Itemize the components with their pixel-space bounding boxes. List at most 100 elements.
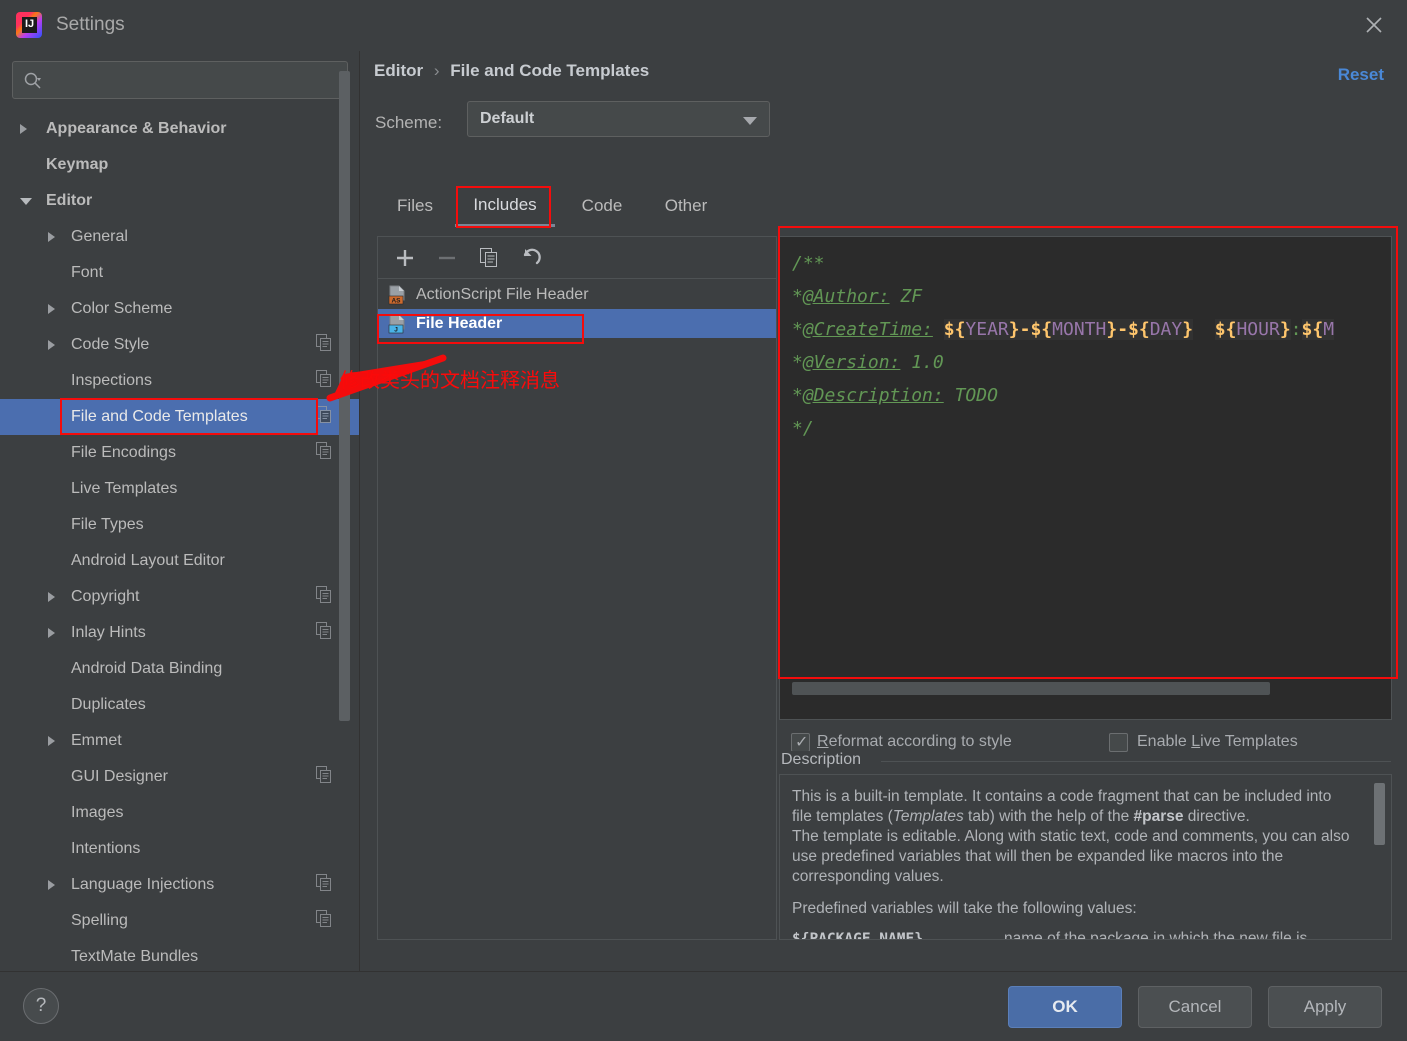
code-token: ${ — [1214, 319, 1237, 340]
tab-code[interactable]: Code — [563, 185, 641, 227]
sidebar-item-label: Android Layout Editor — [71, 552, 225, 569]
chevron-down-icon[interactable] — [20, 198, 32, 205]
apply-button[interactable]: Apply — [1268, 986, 1382, 1028]
sidebar-item-live-templates[interactable]: Live Templates — [0, 471, 359, 507]
sidebar-item-android-layout-editor[interactable]: Android Layout Editor — [0, 543, 359, 579]
list-item[interactable]: AS ActionScript File Header — [378, 280, 776, 309]
sidebar-item-file-types[interactable]: File Types — [0, 507, 359, 543]
breadcrumb-parent[interactable]: Editor — [374, 61, 423, 80]
sidebar-item-file-encodings[interactable]: File Encodings — [0, 435, 359, 471]
code-token: } — [1106, 319, 1118, 340]
sidebar-item-inlay-hints[interactable]: Inlay Hints — [0, 615, 359, 651]
copy-settings-icon[interactable] — [316, 874, 332, 896]
description-text: This is a built-in template. It contains… — [792, 787, 1352, 939]
chevron-right-icon[interactable] — [48, 736, 55, 746]
code-token: DAY — [1149, 319, 1183, 340]
copy-settings-icon[interactable] — [316, 370, 332, 392]
template-code[interactable]: /** *@Author: ZF *@CreateTime: ${YEAR}-${M… — [792, 247, 1392, 445]
chevron-right-icon[interactable] — [48, 592, 55, 602]
intellij-logo-icon: IJ — [16, 12, 42, 38]
reset-button[interactable] — [516, 243, 546, 273]
sidebar-item-emmet[interactable]: Emmet — [0, 723, 359, 759]
cancel-button[interactable]: Cancel — [1138, 986, 1252, 1028]
tab-other[interactable]: Other — [645, 185, 727, 227]
copy-settings-icon[interactable] — [316, 586, 332, 608]
sidebar-item-copyright[interactable]: Copyright — [0, 579, 359, 615]
sidebar-item-appearance-behavior[interactable]: Appearance & Behavior — [0, 111, 359, 147]
chevron-right-icon[interactable] — [48, 232, 55, 242]
sidebar-item-inspections[interactable]: Inspections — [0, 363, 359, 399]
sidebar-item-spelling[interactable]: Spelling — [0, 903, 359, 939]
ok-button[interactable]: OK — [1008, 986, 1122, 1028]
sidebar-item-code-style[interactable]: Code Style — [0, 327, 359, 363]
editor-horizontal-scrollbar[interactable] — [792, 682, 1270, 695]
sidebar-item-color-scheme[interactable]: Color Scheme — [0, 291, 359, 327]
sidebar-item-editor[interactable]: Editor — [0, 183, 359, 219]
code-token: 1.0 — [900, 352, 944, 373]
code-token: } — [1182, 319, 1194, 340]
sidebar-item-gui-designer[interactable]: GUI Designer — [0, 759, 359, 795]
copy-settings-icon[interactable] — [316, 334, 332, 356]
sidebar-item-general[interactable]: General — [0, 219, 359, 255]
java-file-icon: J — [388, 314, 407, 334]
sidebar-item-duplicates[interactable]: Duplicates — [0, 687, 359, 723]
sidebar-item-label: Android Data Binding — [71, 660, 223, 677]
checkbox[interactable]: ✓ — [791, 733, 810, 752]
copy-settings-icon[interactable] — [316, 622, 332, 644]
template-editor[interactable]: /** *@Author: ZF *@CreateTime: ${YEAR}-${M… — [779, 236, 1392, 720]
as-file-icon: AS — [388, 285, 407, 305]
tab-includes[interactable]: Includes — [455, 185, 555, 227]
list-item[interactable]: J File Header — [378, 309, 776, 338]
search-input[interactable] — [55, 62, 345, 98]
copy-settings-icon[interactable] — [316, 766, 332, 788]
list-item-label: File Header — [416, 314, 503, 332]
sidebar-item-file-and-code-templates[interactable]: File and Code Templates — [0, 399, 359, 435]
sidebar-item-language-injections[interactable]: Language Injections — [0, 867, 359, 903]
sidebar-item-label: File and Code Templates — [71, 408, 248, 425]
scheme-dropdown[interactable]: Default — [467, 101, 770, 137]
settings-dialog: IJ Settings Appearance & Behavior Keymap E… — [0, 0, 1407, 1041]
sidebar-item-keymap[interactable]: Keymap — [0, 147, 359, 183]
copy-button[interactable] — [474, 243, 504, 273]
sidebar-item-font[interactable]: Font — [0, 255, 359, 291]
breadcrumb: Editor › File and Code Templates — [374, 61, 649, 81]
chevron-right-icon[interactable] — [48, 628, 55, 638]
tab-files[interactable]: Files — [375, 185, 455, 227]
sidebar-item-android-data-binding[interactable]: Android Data Binding — [0, 651, 359, 687]
sidebar-item-label: Images — [71, 804, 124, 821]
code-token: @Version: — [802, 352, 901, 373]
description-divider — [881, 761, 1391, 762]
chevron-right-icon[interactable] — [48, 880, 55, 890]
close-icon[interactable] — [1355, 6, 1393, 44]
sidebar-item-intentions[interactable]: Intentions — [0, 831, 359, 867]
sidebar-item-label: Font — [71, 264, 104, 281]
add-button[interactable] — [390, 243, 420, 273]
checkbox-label[interactable]: Reformat according to style — [817, 733, 1012, 751]
code-token: @Author: — [802, 286, 890, 307]
title-bar: IJ Settings — [0, 0, 1407, 51]
code-token: ${ — [1301, 319, 1324, 340]
chevron-right-icon[interactable] — [48, 304, 55, 314]
code-token: * — [792, 385, 803, 406]
chevron-right-icon[interactable] — [48, 340, 55, 350]
search-box[interactable] — [12, 61, 348, 99]
checkbox-label[interactable]: Enable Live Templates — [1137, 733, 1298, 751]
description-paragraph-3: Predefined variables will take the follo… — [792, 900, 1137, 917]
description-scrollbar[interactable] — [1374, 783, 1385, 845]
help-button[interactable]: ? — [23, 988, 59, 1024]
chevron-right-icon[interactable] — [20, 124, 27, 134]
sidebar-item-images[interactable]: Images — [0, 795, 359, 831]
code-token: ${ — [943, 319, 966, 340]
code-token: /** — [792, 253, 825, 274]
sidebar-item-textmate-bundles[interactable]: TextMate Bundles — [0, 939, 359, 971]
reset-link[interactable]: Reset — [1338, 65, 1384, 85]
sidebar-scrollbar[interactable] — [339, 71, 350, 721]
desc-p1-end: directive. — [1183, 808, 1250, 825]
chevron-down-icon — [743, 117, 757, 125]
code-line: *@CreateTime: ${YEAR}-${MONTH}-${DAY} ${… — [792, 313, 1392, 346]
checkbox[interactable] — [1109, 733, 1128, 752]
copy-settings-icon[interactable] — [316, 442, 332, 464]
copy-settings-icon[interactable] — [316, 910, 332, 932]
copy-settings-icon[interactable] — [316, 406, 332, 428]
template-list-panel: AS ActionScript File Header J File Header — [377, 236, 777, 940]
